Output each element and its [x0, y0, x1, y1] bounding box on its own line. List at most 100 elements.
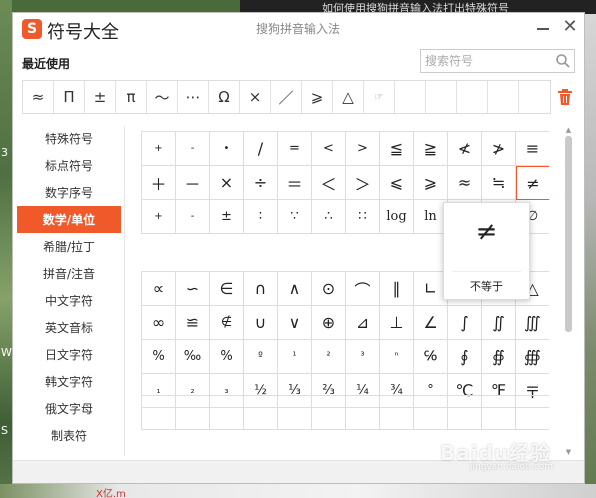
symbol-cell[interactable]: ≌: [176, 306, 210, 340]
symbol-cell[interactable]: /: [244, 132, 278, 166]
symbol-cell[interactable]: ≦: [380, 132, 414, 166]
symbol-cell[interactable]: ∈: [210, 272, 244, 306]
symbol-cell[interactable]: ∠: [414, 306, 448, 340]
recent-symbol[interactable]: ☞: [364, 81, 395, 113]
symbol-cell[interactable]: ⊿: [346, 306, 380, 340]
title-bar[interactable]: S 符号大全 搜狗拼音输入法 ✕: [13, 13, 584, 47]
symbol-cell[interactable]: ≈: [448, 166, 482, 200]
symbol-cell[interactable]: ∶: [244, 200, 278, 234]
symbol-cell[interactable]: +: [142, 132, 176, 166]
recent-symbol[interactable]: Π: [54, 81, 85, 113]
recent-symbol[interactable]: ～: [147, 81, 178, 113]
symbol-cell-selected[interactable]: ≠: [516, 166, 549, 200]
symbol-cell[interactable]: ²: [312, 340, 346, 374]
symbol-cell[interactable]: ∽: [176, 272, 210, 306]
recent-symbol-empty[interactable]: [426, 81, 457, 113]
symbol-cell[interactable]: ∩: [244, 272, 278, 306]
category-russian-letters[interactable]: 俄文字母: [17, 395, 121, 422]
symbol-cell[interactable]: ‰: [176, 340, 210, 374]
symbol-cell[interactable]: ∨: [278, 306, 312, 340]
symbol-cell[interactable]: ⩾: [414, 166, 448, 200]
symbol-cell[interactable]: ∴: [312, 200, 346, 234]
search-box[interactable]: [420, 49, 575, 73]
symbol-cell[interactable]: =: [278, 132, 312, 166]
symbol-cell[interactable]: ⁿ: [380, 340, 414, 374]
symbol-cell[interactable]: ∉: [210, 306, 244, 340]
symbol-cell[interactable]: ∵: [278, 200, 312, 234]
category-math-units[interactable]: 数学/单位: [17, 206, 121, 233]
symbol-cell[interactable]: ≒: [482, 166, 516, 200]
recent-symbol[interactable]: ⋯: [178, 81, 209, 113]
symbol-cell[interactable]: -: [176, 200, 210, 234]
symbol-cell[interactable]: ＝: [278, 166, 312, 200]
recent-symbol-empty[interactable]: [488, 81, 519, 113]
symbol-cell[interactable]: ∪: [244, 306, 278, 340]
symbol-cell[interactable]: ×: [210, 166, 244, 200]
symbol-cell[interactable]: ∮: [448, 340, 482, 374]
scroll-up-arrow-icon[interactable]: ▲: [564, 126, 573, 134]
close-button[interactable]: ✕: [558, 15, 582, 39]
recent-symbol[interactable]: ⩾: [302, 81, 333, 113]
recent-symbol[interactable]: ／: [271, 81, 302, 113]
search-icon[interactable]: [555, 53, 571, 69]
recent-symbol[interactable]: Ω: [209, 81, 240, 113]
symbol-cell[interactable]: ℅: [414, 340, 448, 374]
trash-icon[interactable]: [557, 88, 573, 106]
recent-symbol[interactable]: ±: [85, 81, 116, 113]
recent-symbol[interactable]: ×: [240, 81, 271, 113]
recent-symbol-empty[interactable]: [395, 81, 426, 113]
symbol-cell[interactable]: ∷: [346, 200, 380, 234]
symbol-cell[interactable]: －: [176, 166, 210, 200]
symbol-cell[interactable]: ∝: [142, 272, 176, 306]
category-box-drawing[interactable]: 制表符: [17, 422, 121, 449]
symbol-cell[interactable]: ∯: [482, 340, 516, 374]
category-punctuation[interactable]: 标点符号: [17, 152, 121, 179]
minimize-button[interactable]: [531, 16, 555, 38]
symbol-cell[interactable]: ∧: [278, 272, 312, 306]
symbol-cell[interactable]: ³: [346, 340, 380, 374]
symbol-cell[interactable]: ∞: [142, 306, 176, 340]
symbol-cell[interactable]: ⊥: [380, 306, 414, 340]
recent-symbol-empty[interactable]: [457, 81, 488, 113]
category-english-phonetics[interactable]: 英文音标: [17, 314, 121, 341]
category-special-symbols[interactable]: 特殊符号: [17, 125, 121, 152]
category-number-sequence[interactable]: 数字序号: [17, 179, 121, 206]
symbol-cell[interactable]: ∥: [380, 272, 414, 306]
scroll-down-arrow-icon[interactable]: ▼: [564, 448, 573, 456]
symbol-cell[interactable]: º: [244, 340, 278, 374]
symbol-cell[interactable]: %: [210, 340, 244, 374]
symbol-cell[interactable]: ∬: [482, 306, 516, 340]
symbol-cell[interactable]: ＞: [346, 166, 380, 200]
symbol-cell[interactable]: ≧: [414, 132, 448, 166]
symbol-cell[interactable]: %: [142, 340, 176, 374]
symbol-cell[interactable]: •: [210, 132, 244, 166]
vertical-scrollbar[interactable]: ▲ ▼: [564, 126, 573, 456]
symbol-cell[interactable]: <: [312, 132, 346, 166]
category-japanese-characters[interactable]: 日文字符: [17, 341, 121, 368]
symbol-cell[interactable]: >: [346, 132, 380, 166]
symbol-cell[interactable]: ∰: [516, 340, 549, 374]
symbol-cell[interactable]: ÷: [244, 166, 278, 200]
symbol-cell[interactable]: -: [176, 132, 210, 166]
symbol-cell[interactable]: ＜: [312, 166, 346, 200]
symbol-cell[interactable]: log: [380, 200, 414, 234]
recent-symbol-empty[interactable]: [519, 81, 550, 113]
symbol-cell[interactable]: ⌒: [346, 272, 380, 306]
recent-symbol[interactable]: ≈: [23, 81, 54, 113]
symbol-cell[interactable]: ≯: [482, 132, 516, 166]
symbol-cell[interactable]: ＋: [142, 166, 176, 200]
symbol-cell[interactable]: +: [142, 200, 176, 234]
symbol-cell[interactable]: ⊕: [312, 306, 346, 340]
category-pinyin-zhuyin[interactable]: 拼音/注音: [17, 260, 121, 287]
symbol-cell[interactable]: ∫: [448, 306, 482, 340]
recent-symbol[interactable]: π: [116, 81, 147, 113]
recent-symbol[interactable]: △: [333, 81, 364, 113]
symbol-cell[interactable]: ⊙: [312, 272, 346, 306]
category-chinese-characters[interactable]: 中文字符: [17, 287, 121, 314]
symbol-cell[interactable]: ±: [210, 200, 244, 234]
symbol-cell[interactable]: ∭: [516, 306, 549, 340]
symbol-cell[interactable]: ≡: [516, 132, 549, 166]
symbol-cell[interactable]: ≮: [448, 132, 482, 166]
category-greek-latin[interactable]: 希腊/拉丁: [17, 233, 121, 260]
scrollbar-thumb[interactable]: [565, 136, 572, 332]
